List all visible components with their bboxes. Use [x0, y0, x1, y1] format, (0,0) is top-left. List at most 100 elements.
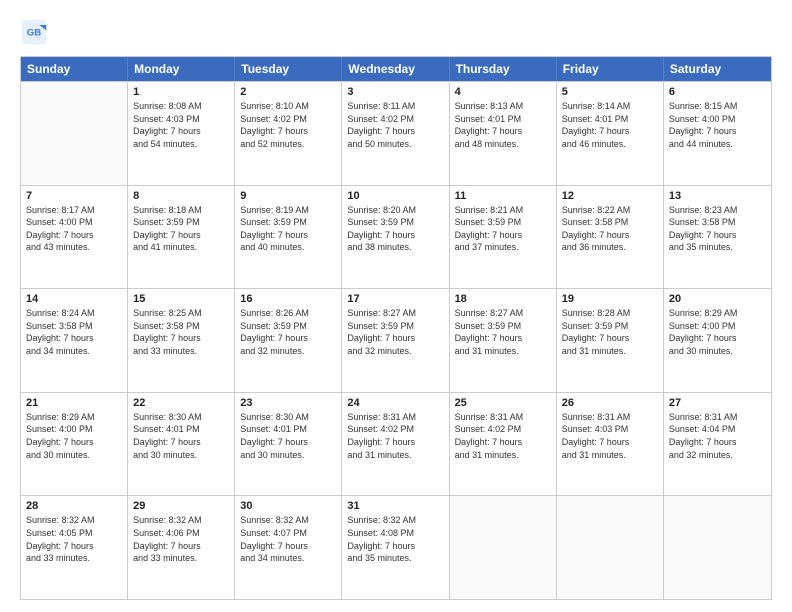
day-number: 29 [133, 500, 229, 512]
cal-cell: 12 Sunrise: 8:22 AMSunset: 3:58 PMDayligh… [557, 186, 664, 289]
sun-info: Sunrise: 8:32 AMSunset: 4:07 PMDaylight:… [240, 514, 336, 564]
sun-info: Sunrise: 8:15 AMSunset: 4:00 PMDaylight:… [669, 100, 766, 150]
weekday-header-thursday: Thursday [450, 57, 557, 81]
day-number: 5 [562, 86, 658, 98]
cal-cell: 23 Sunrise: 8:30 AMSunset: 4:01 PMDayligh… [235, 393, 342, 496]
cal-cell: 28Sunrise: 8:32 AMSunset: 4:05 PMDayligh… [21, 496, 128, 599]
day-number: 15 [133, 293, 229, 305]
cal-cell: 10Sunrise: 8:20 AMSunset: 3:59 PMDayligh… [342, 186, 449, 289]
sun-info: Sunrise: 8:31 AMSunset: 4:04 PMDaylight:… [669, 411, 766, 461]
cal-cell [557, 496, 664, 599]
week-row-2: 7 Sunrise: 8:17 AMSunset: 4:00 PMDaylight… [21, 185, 771, 289]
day-number: 20 [669, 293, 766, 305]
cal-cell: 9 Sunrise: 8:19 AMSunset: 3:59 PMDaylight… [235, 186, 342, 289]
cal-cell: 27 Sunrise: 8:31 AMSunset: 4:04 PMDayligh… [664, 393, 771, 496]
day-number: 6 [669, 86, 766, 98]
cal-cell: 29 Sunrise: 8:32 AMSunset: 4:06 PMDayligh… [128, 496, 235, 599]
cal-cell: 20 Sunrise: 8:29 AMSunset: 4:00 PMDayligh… [664, 289, 771, 392]
sun-info: Sunrise: 8:31 AMSunset: 4:02 PMDaylight:… [455, 411, 551, 461]
cal-cell: 25 Sunrise: 8:31 AMSunset: 4:02 PMDayligh… [450, 393, 557, 496]
week-row-5: 28Sunrise: 8:32 AMSunset: 4:05 PMDayligh… [21, 495, 771, 599]
cal-cell: 6 Sunrise: 8:15 AMSunset: 4:00 PMDaylight… [664, 82, 771, 185]
cal-cell [21, 82, 128, 185]
day-number: 7 [26, 190, 122, 202]
cal-cell: 1 Sunrise: 8:08 AMSunset: 4:03 PMDaylight… [128, 82, 235, 185]
cal-cell: 18Sunrise: 8:27 AMSunset: 3:59 PMDayligh… [450, 289, 557, 392]
sun-info: Sunrise: 8:08 AMSunset: 4:03 PMDaylight:… [133, 100, 229, 150]
header: GB [20, 18, 772, 46]
day-number: 9 [240, 190, 336, 202]
cal-cell: 11 Sunrise: 8:21 AMSunset: 3:59 PMDayligh… [450, 186, 557, 289]
sun-info: Sunrise: 8:28 AMSunset: 3:59 PMDaylight:… [562, 307, 658, 357]
weekday-header-wednesday: Wednesday [342, 57, 449, 81]
day-number: 25 [455, 397, 551, 409]
cal-cell: 19 Sunrise: 8:28 AMSunset: 3:59 PMDayligh… [557, 289, 664, 392]
cal-cell: 31Sunrise: 8:32 AMSunset: 4:08 PMDayligh… [342, 496, 449, 599]
calendar-body: 1 Sunrise: 8:08 AMSunset: 4:03 PMDaylight… [21, 81, 771, 599]
day-number: 19 [562, 293, 658, 305]
cal-cell: 15 Sunrise: 8:25 AMSunset: 3:58 PMDayligh… [128, 289, 235, 392]
calendar: SundayMondayTuesdayWednesdayThursdayFrid… [20, 56, 772, 600]
day-number: 23 [240, 397, 336, 409]
week-row-1: 1 Sunrise: 8:08 AMSunset: 4:03 PMDaylight… [21, 81, 771, 185]
sun-info: Sunrise: 8:31 AMSunset: 4:03 PMDaylight:… [562, 411, 658, 461]
day-number: 11 [455, 190, 551, 202]
cal-cell: 26 Sunrise: 8:31 AMSunset: 4:03 PMDayligh… [557, 393, 664, 496]
day-number: 17 [347, 293, 443, 305]
day-number: 13 [669, 190, 766, 202]
day-number: 22 [133, 397, 229, 409]
day-number: 12 [562, 190, 658, 202]
day-number: 24 [347, 397, 443, 409]
sun-info: Sunrise: 8:20 AMSunset: 3:59 PMDaylight:… [347, 204, 443, 254]
sun-info: Sunrise: 8:32 AMSunset: 4:08 PMDaylight:… [347, 514, 443, 564]
sun-info: Sunrise: 8:26 AMSunset: 3:59 PMDaylight:… [240, 307, 336, 357]
cal-cell: 17 Sunrise: 8:27 AMSunset: 3:59 PMDayligh… [342, 289, 449, 392]
day-number: 26 [562, 397, 658, 409]
day-number: 4 [455, 86, 551, 98]
sun-info: Sunrise: 8:30 AMSunset: 4:01 PMDaylight:… [240, 411, 336, 461]
day-number: 30 [240, 500, 336, 512]
sun-info: Sunrise: 8:17 AMSunset: 4:00 PMDaylight:… [26, 204, 122, 254]
week-row-4: 21 Sunrise: 8:29 AMSunset: 4:00 PMDayligh… [21, 392, 771, 496]
sun-info: Sunrise: 8:18 AMSunset: 3:59 PMDaylight:… [133, 204, 229, 254]
sun-info: Sunrise: 8:29 AMSunset: 4:00 PMDaylight:… [26, 411, 122, 461]
cal-cell: 13Sunrise: 8:23 AMSunset: 3:58 PMDayligh… [664, 186, 771, 289]
cal-cell: 4 Sunrise: 8:13 AMSunset: 4:01 PMDaylight… [450, 82, 557, 185]
cal-cell: 7 Sunrise: 8:17 AMSunset: 4:00 PMDaylight… [21, 186, 128, 289]
sun-info: Sunrise: 8:25 AMSunset: 3:58 PMDaylight:… [133, 307, 229, 357]
svg-text:GB: GB [27, 28, 41, 39]
sun-info: Sunrise: 8:13 AMSunset: 4:01 PMDaylight:… [455, 100, 551, 150]
sun-info: Sunrise: 8:30 AMSunset: 4:01 PMDaylight:… [133, 411, 229, 461]
day-number: 8 [133, 190, 229, 202]
day-number: 18 [455, 293, 551, 305]
cal-cell: 14 Sunrise: 8:24 AMSunset: 3:58 PMDayligh… [21, 289, 128, 392]
logo: GB [20, 18, 52, 46]
sun-info: Sunrise: 8:32 AMSunset: 4:06 PMDaylight:… [133, 514, 229, 564]
day-number: 1 [133, 86, 229, 98]
cal-cell: 22 Sunrise: 8:30 AMSunset: 4:01 PMDayligh… [128, 393, 235, 496]
cal-cell: 8 Sunrise: 8:18 AMSunset: 3:59 PMDaylight… [128, 186, 235, 289]
day-number: 14 [26, 293, 122, 305]
sun-info: Sunrise: 8:11 AMSunset: 4:02 PMDaylight:… [347, 100, 443, 150]
calendar-header: SundayMondayTuesdayWednesdayThursdayFrid… [21, 57, 771, 81]
sun-info: Sunrise: 8:27 AMSunset: 3:59 PMDaylight:… [347, 307, 443, 357]
weekday-header-monday: Monday [128, 57, 235, 81]
sun-info: Sunrise: 8:19 AMSunset: 3:59 PMDaylight:… [240, 204, 336, 254]
day-number: 16 [240, 293, 336, 305]
week-row-3: 14 Sunrise: 8:24 AMSunset: 3:58 PMDayligh… [21, 288, 771, 392]
sun-info: Sunrise: 8:21 AMSunset: 3:59 PMDaylight:… [455, 204, 551, 254]
day-number: 27 [669, 397, 766, 409]
day-number: 21 [26, 397, 122, 409]
cal-cell: 3Sunrise: 8:11 AMSunset: 4:02 PMDaylight… [342, 82, 449, 185]
sun-info: Sunrise: 8:29 AMSunset: 4:00 PMDaylight:… [669, 307, 766, 357]
weekday-header-friday: Friday [557, 57, 664, 81]
sun-info: Sunrise: 8:14 AMSunset: 4:01 PMDaylight:… [562, 100, 658, 150]
cal-cell: 30 Sunrise: 8:32 AMSunset: 4:07 PMDayligh… [235, 496, 342, 599]
cal-cell: 16 Sunrise: 8:26 AMSunset: 3:59 PMDayligh… [235, 289, 342, 392]
cal-cell [664, 496, 771, 599]
day-number: 2 [240, 86, 336, 98]
sun-info: Sunrise: 8:22 AMSunset: 3:58 PMDaylight:… [562, 204, 658, 254]
sun-info: Sunrise: 8:32 AMSunset: 4:05 PMDaylight:… [26, 514, 122, 564]
sun-info: Sunrise: 8:24 AMSunset: 3:58 PMDaylight:… [26, 307, 122, 357]
weekday-header-saturday: Saturday [664, 57, 771, 81]
